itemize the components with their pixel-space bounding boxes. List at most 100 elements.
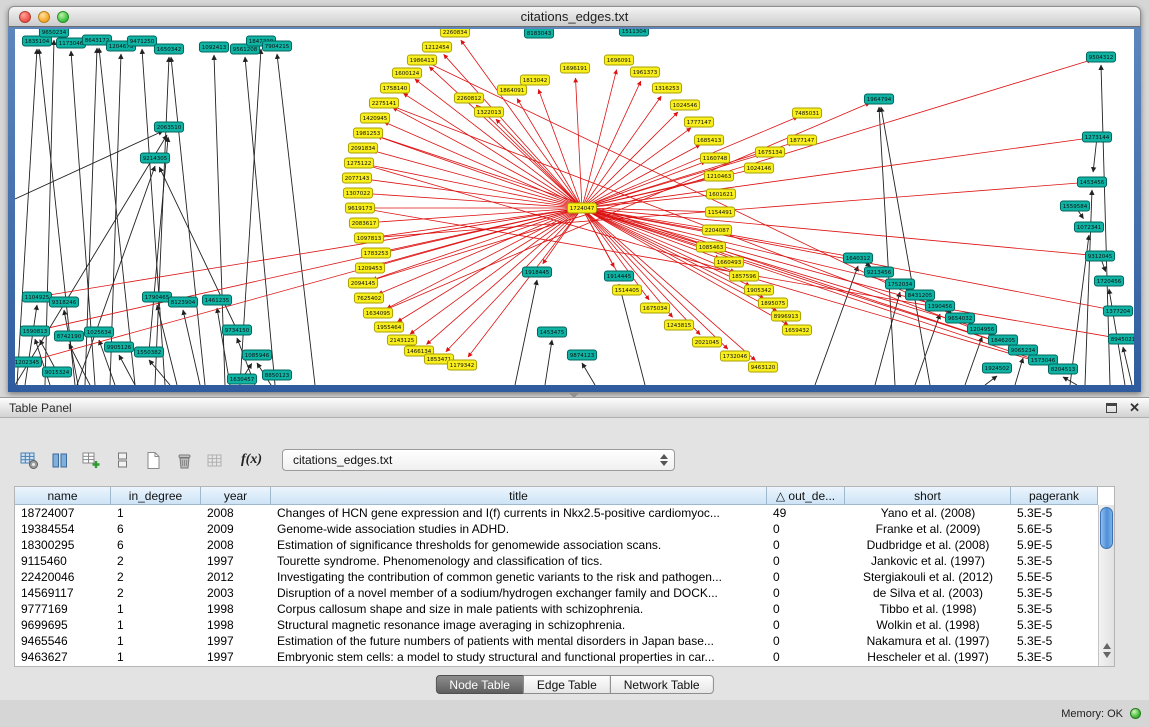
graph-node[interactable]: 2260812 bbox=[454, 93, 483, 103]
table-row[interactable]: 969969511998Structural magnetic resonanc… bbox=[15, 617, 1098, 633]
graph-node[interactable]: 1640312 bbox=[843, 253, 872, 263]
graph-node[interactable]: 1173046 bbox=[56, 38, 85, 48]
column-header-in-degree[interactable]: in_degree bbox=[111, 487, 201, 505]
graph-node[interactable]: 1390456 bbox=[925, 301, 954, 311]
graph-node[interactable]: 1092413 bbox=[199, 42, 228, 52]
graph-node[interactable]: 1322013 bbox=[474, 107, 503, 117]
graph-node[interactable]: 1918445 bbox=[522, 267, 551, 277]
graph-edge[interactable] bbox=[245, 57, 275, 385]
graph-node[interactable]: 1085463 bbox=[696, 242, 725, 252]
graph-edge[interactable] bbox=[582, 195, 711, 208]
graph-edge[interactable] bbox=[398, 208, 582, 322]
graph-edge[interactable] bbox=[368, 133, 1014, 347]
graph-edge[interactable] bbox=[985, 376, 997, 385]
table-settings-icon[interactable] bbox=[16, 447, 42, 473]
graph-node[interactable]: 1660493 bbox=[714, 257, 743, 267]
graph-edge[interactable] bbox=[582, 363, 595, 385]
graph-node[interactable]: 1072341 bbox=[1074, 222, 1103, 232]
graph-node[interactable]: 8945021 bbox=[1108, 334, 1134, 344]
tab-edge-table[interactable]: Edge Table bbox=[523, 675, 611, 694]
graph-node[interactable]: 1453456 bbox=[1077, 177, 1106, 187]
graph-node[interactable]: 2143125 bbox=[387, 335, 416, 345]
table-row[interactable]: 1830029562008Estimation of significance … bbox=[15, 537, 1098, 553]
graph-node[interactable]: 1243815 bbox=[664, 320, 693, 330]
graph-node[interactable]: 1732046 bbox=[720, 351, 749, 361]
graph-node[interactable]: 1420945 bbox=[360, 113, 389, 123]
graph-node[interactable]: 1204956 bbox=[967, 324, 996, 334]
delete-icon[interactable] bbox=[171, 447, 197, 473]
graph-edge[interactable] bbox=[881, 107, 930, 385]
graph-node[interactable]: 1590813 bbox=[20, 326, 49, 336]
graph-node[interactable]: 1675034 bbox=[640, 303, 669, 313]
column-header-title[interactable]: title bbox=[271, 487, 767, 505]
table-row[interactable]: 946362711997Embryonic stem cells: a mode… bbox=[15, 649, 1098, 665]
graph-edge[interactable] bbox=[149, 137, 168, 352]
float-panel-icon[interactable] bbox=[1106, 403, 1117, 413]
graph-node[interactable]: 2204087 bbox=[702, 225, 731, 235]
graph-edge[interactable] bbox=[582, 70, 617, 208]
graph-node[interactable]: 1813042 bbox=[520, 75, 549, 85]
graph-node[interactable]: 1634095 bbox=[363, 308, 392, 318]
table-row[interactable]: 1456911722003Disruption of a novel membe… bbox=[15, 585, 1098, 601]
graph-node[interactable]: 1160748 bbox=[700, 153, 729, 163]
graph-edge[interactable] bbox=[575, 78, 582, 208]
graph-edge[interactable] bbox=[214, 55, 225, 385]
graph-node[interactable]: 9214305 bbox=[140, 153, 169, 163]
graph-node[interactable]: 7625402 bbox=[354, 293, 383, 303]
graph-node[interactable]: 1097813 bbox=[354, 233, 383, 243]
graph-node[interactable]: 2275141 bbox=[369, 98, 398, 108]
graph-edge[interactable] bbox=[1085, 190, 1092, 385]
graph-node[interactable]: 1104925 bbox=[22, 292, 51, 302]
column-header-short[interactable]: short bbox=[845, 487, 1011, 505]
table-row[interactable]: 2242004622012Investigating the contribut… bbox=[15, 569, 1098, 585]
graph-node[interactable]: 1685413 bbox=[694, 135, 723, 145]
graph-node[interactable]: 2021045 bbox=[692, 337, 721, 347]
graph-edge[interactable] bbox=[582, 208, 764, 299]
graph-edge[interactable] bbox=[496, 119, 582, 208]
graph-node[interactable]: 1724047 bbox=[567, 203, 596, 213]
graph-edge[interactable] bbox=[1015, 358, 1023, 385]
graph-node[interactable]: 1453475 bbox=[537, 327, 566, 337]
graph-edge[interactable] bbox=[879, 107, 895, 385]
table-row[interactable]: 977716911998Corpus callosum shape and si… bbox=[15, 601, 1098, 617]
graph-node[interactable]: 1461235 bbox=[202, 295, 231, 305]
graph-edge[interactable] bbox=[217, 308, 230, 385]
table-row[interactable]: 946554611997Estimation of the future num… bbox=[15, 633, 1098, 649]
graph-node[interactable]: 1777147 bbox=[684, 117, 713, 127]
table-row[interactable]: 1872400712008Changes of HCN gene express… bbox=[15, 505, 1098, 521]
graph-node[interactable]: 1212454 bbox=[422, 42, 451, 52]
graph-edge[interactable] bbox=[45, 208, 582, 329]
scrollbar-thumb[interactable] bbox=[1100, 507, 1113, 549]
graph-node[interactable]: 7904215 bbox=[262, 41, 291, 51]
graph-node[interactable]: 8431205 bbox=[905, 290, 934, 300]
new-document-icon[interactable] bbox=[140, 447, 166, 473]
graph-node[interactable]: 9654032 bbox=[945, 313, 974, 323]
scrollbar-arrows[interactable] bbox=[1099, 640, 1114, 666]
graph-node[interactable]: 1559584 bbox=[1060, 201, 1089, 211]
graph-node[interactable]: 1275122 bbox=[344, 158, 373, 168]
graph-node[interactable]: 1179342 bbox=[447, 360, 476, 370]
close-window-icon[interactable] bbox=[19, 11, 31, 23]
graph-node[interactable]: 1650342 bbox=[154, 44, 183, 54]
scroll-up-icon[interactable] bbox=[1103, 643, 1111, 649]
column-header-out-degree[interactable]: △ out_de... bbox=[767, 487, 845, 505]
graph-node[interactable]: 9650234 bbox=[39, 29, 68, 37]
vertical-scrollbar[interactable] bbox=[1098, 505, 1114, 666]
graph-node[interactable]: 1986413 bbox=[407, 55, 436, 65]
graph-edge[interactable] bbox=[377, 136, 582, 208]
column-header-name[interactable]: name bbox=[15, 487, 111, 505]
graph-node[interactable]: 1514405 bbox=[612, 285, 641, 295]
graph-node[interactable]: 9318246 bbox=[49, 297, 78, 307]
graph-node[interactable]: 7485031 bbox=[792, 108, 821, 118]
graph-node[interactable]: 1961373 bbox=[630, 67, 659, 77]
graph-node[interactable]: 1630457 bbox=[227, 374, 256, 384]
graph-edge[interactable] bbox=[15, 131, 163, 199]
graph-node[interactable]: 1964794 bbox=[864, 94, 893, 104]
show-columns-icon[interactable] bbox=[47, 447, 73, 473]
graph-edge[interactable] bbox=[515, 280, 537, 385]
edit-table-icon[interactable] bbox=[78, 447, 104, 473]
network-selector-dropdown[interactable]: citations_edges.txt bbox=[282, 449, 675, 471]
graph-node[interactable]: 1273144 bbox=[1082, 132, 1111, 142]
graph-node[interactable]: 1307022 bbox=[343, 188, 372, 198]
graph-node[interactable]: 1905342 bbox=[744, 285, 773, 295]
